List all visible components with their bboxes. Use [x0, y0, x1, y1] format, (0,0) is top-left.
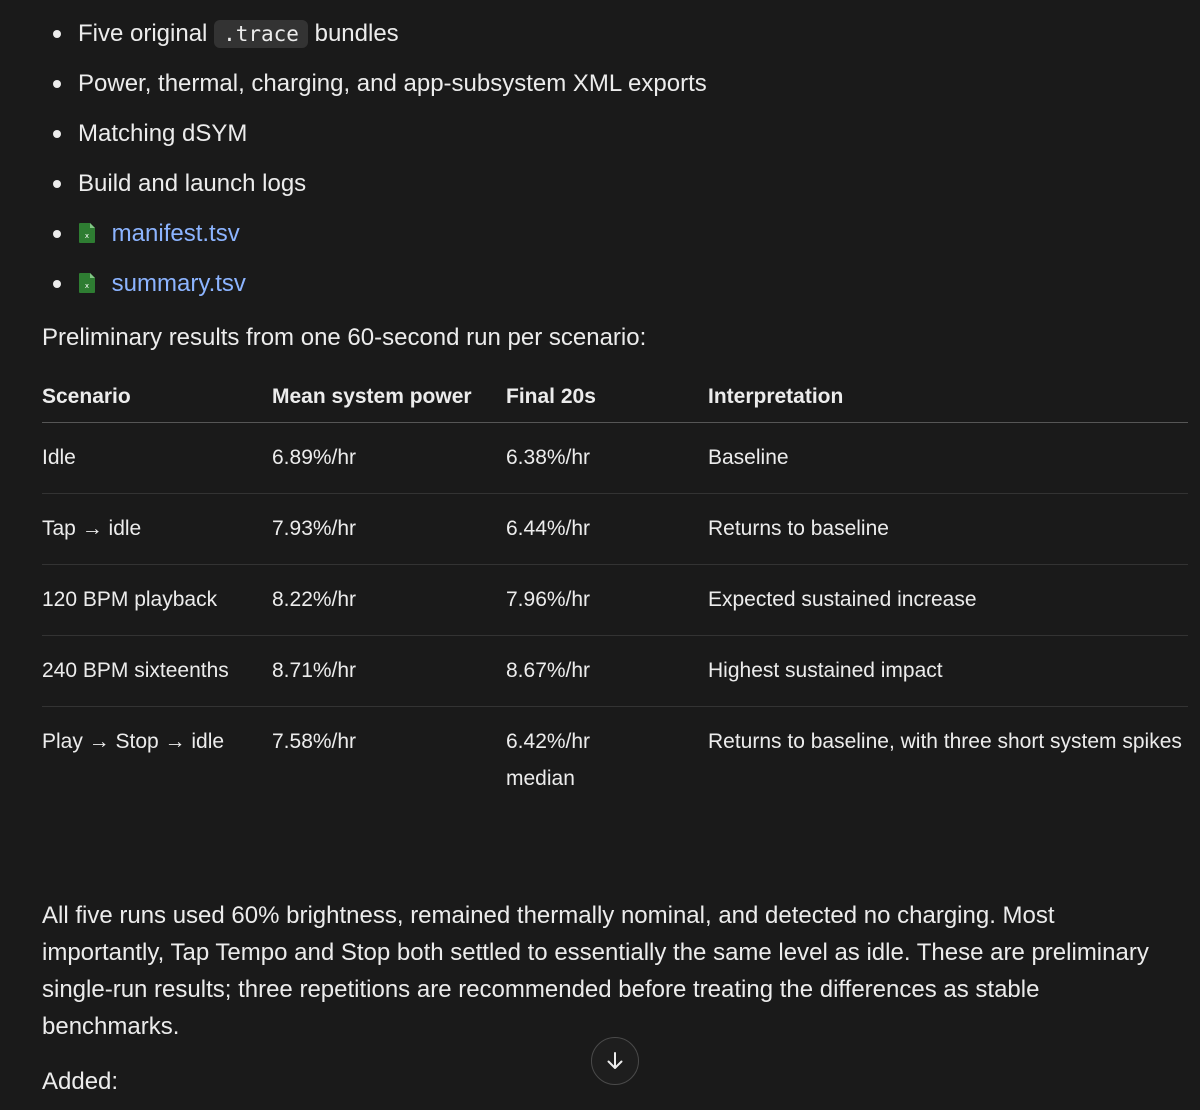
inline-code: .trace	[214, 20, 308, 48]
list-item: Build and launch logs	[42, 164, 1188, 214]
summary-paragraph: All five runs used 60% brightness, remai…	[42, 902, 1149, 1040]
cell-mean-power: 7.93%/hr	[272, 493, 506, 565]
manifest-file-link[interactable]: manifest.tsv	[112, 220, 240, 247]
spreadsheet-file-icon: x	[79, 223, 95, 243]
cell-interpretation: Baseline	[708, 422, 1188, 494]
list-item: Matching dSYM	[42, 114, 1188, 164]
added-label: Added:	[42, 1068, 119, 1095]
table-header-row: Scenario Mean system power Final 20s Int…	[42, 378, 1188, 423]
cell-scenario: Play → Stop → idle	[42, 730, 225, 753]
cell-interpretation: Returns to baseline	[708, 493, 1188, 565]
bullet-dot	[53, 280, 61, 288]
cell-final-20s: 7.96%/hr	[506, 564, 708, 636]
header-scenario: Scenario	[42, 378, 272, 423]
cell-mean-power: 6.89%/hr	[272, 422, 506, 494]
list-item-text: Power, thermal, charging, and app-subsys…	[78, 70, 707, 97]
summary-file-link[interactable]: summary.tsv	[112, 270, 246, 297]
list-item-text: Five original	[78, 20, 208, 47]
cell-scenario: Tap → idle	[42, 493, 272, 565]
cell-scenario: Idle	[42, 422, 272, 494]
list-item: x summary.tsv	[42, 264, 1188, 314]
cell-scenario: 120 BPM playback	[42, 564, 272, 636]
table-row: 240 BPM sixteenths 8.71%/hr 8.67%/hr Hig…	[42, 635, 1188, 707]
message-content: Five original .trace bundles Power, ther…	[42, 0, 1188, 1095]
cell-mean-power: 7.58%/hr	[272, 730, 357, 753]
table-row: Tap → idle 7.93%/hr 6.44%/hr Returns to …	[42, 493, 1188, 565]
bullet-dot	[53, 30, 61, 38]
svg-text:x: x	[85, 282, 89, 290]
header-final-20s: Final 20s	[506, 378, 708, 423]
cell-final-20s: 6.44%/hr	[506, 493, 708, 565]
list-item-text: Matching dSYM	[78, 120, 248, 147]
bullet-dot	[53, 180, 61, 188]
arrow-down-icon	[607, 1052, 623, 1069]
list-item-text: bundles	[314, 20, 399, 47]
cell-interpretation: Expected sustained increase	[708, 564, 1188, 636]
results-table: Scenario Mean system power Final 20s Int…	[42, 378, 1188, 814]
cell-scenario: 240 BPM sixteenths	[42, 635, 272, 707]
svg-text:x: x	[85, 232, 89, 240]
bullet-dot	[53, 80, 61, 88]
cell-interpretation: Highest sustained impact	[708, 635, 1188, 707]
bullet-dot	[53, 130, 61, 138]
list-item-text: Build and launch logs	[78, 170, 307, 197]
cell-mean-power: 8.22%/hr	[272, 564, 506, 636]
header-mean-power: Mean system power	[272, 378, 506, 423]
cell-final-20s: 6.42%/hr median	[506, 730, 591, 790]
list-item: Five original .trace bundles	[42, 14, 1188, 64]
table-row: Idle 6.89%/hr 6.38%/hr Baseline	[42, 422, 1188, 494]
intro-text: Preliminary results from one 60-second r…	[42, 324, 647, 351]
cell-final-20s: 8.67%/hr	[506, 635, 708, 707]
header-interpretation: Interpretation	[708, 378, 1188, 423]
cell-mean-power: 8.71%/hr	[272, 635, 506, 707]
cell-interpretation: Returns to baseline, with three short sy…	[708, 730, 1182, 753]
table-row: 120 BPM playback 8.22%/hr 7.96%/hr Expec…	[42, 564, 1188, 636]
cell-final-20s: 6.38%/hr	[506, 422, 708, 494]
scroll-to-bottom-button[interactable]	[591, 1037, 639, 1085]
list-item: Power, thermal, charging, and app-subsys…	[42, 64, 1188, 114]
bullet-dot	[53, 230, 61, 238]
list-item: x manifest.tsv	[42, 214, 1188, 264]
spreadsheet-file-icon: x	[79, 273, 95, 293]
bullet-list: Five original .trace bundles Power, ther…	[42, 14, 1188, 314]
table-row: Play → Stop → idle 7.58%/hr 6.42%/hr med…	[42, 707, 1188, 815]
